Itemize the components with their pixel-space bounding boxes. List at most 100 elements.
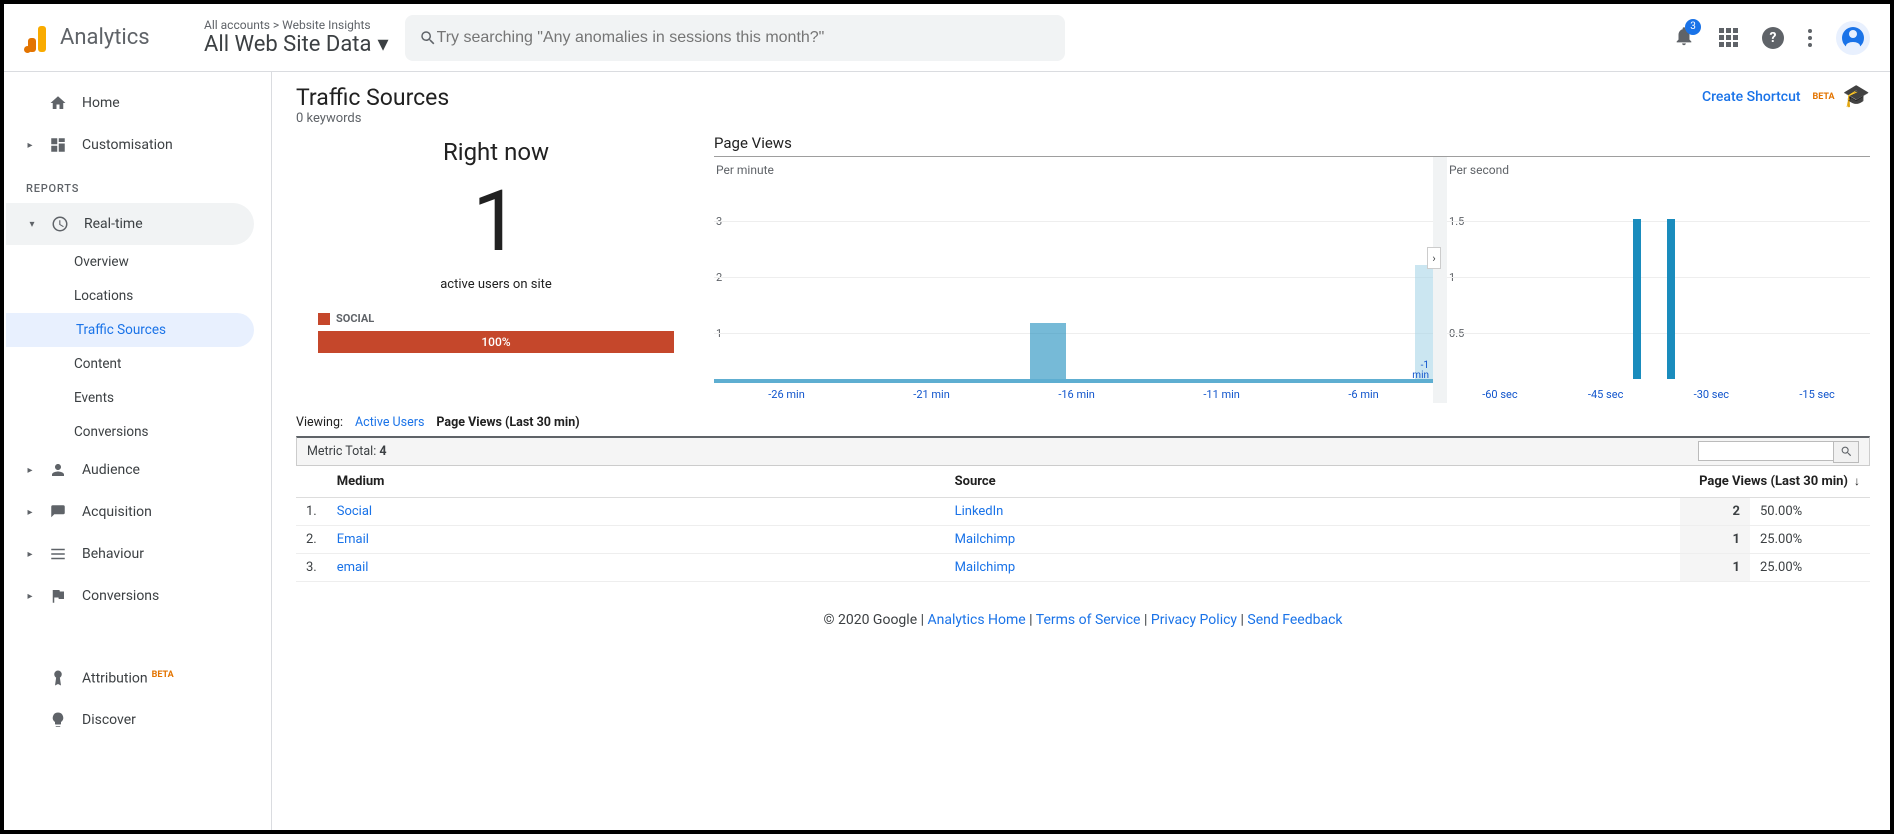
footer-link-tos[interactable]: Terms of Service [1036,612,1141,628]
product-logo[interactable]: Analytics [24,24,184,52]
col-medium[interactable]: Medium [327,466,945,498]
chart-label-minute: Per minute [716,163,774,177]
nav-attribution[interactable]: AttributionBETA [4,657,271,699]
footer-link-privacy[interactable]: Privacy Policy [1151,612,1237,628]
sidebar: Home ▸ Customisation REPORTS ▾ Real-time… [4,72,272,830]
chart-per-second: Per second 1.5 1 0.5 -60 sec -45 sec -30… [1433,157,1870,403]
metric-total-value: 4 [379,444,386,459]
nav-behaviour[interactable]: ▸ Behaviour [4,533,271,575]
nav-realtime[interactable]: ▾ Real-time [6,203,254,245]
nav-label: AttributionBETA [82,670,174,687]
footer-link-home[interactable]: Analytics Home [928,612,1026,628]
attribution-icon [48,668,68,688]
search-input[interactable] [437,29,1051,47]
active-users-caption: active users on site [296,277,696,292]
nav-label: Discover [82,712,136,728]
right-now-panel: Right now 1 active users on site SOCIAL … [296,134,696,403]
cell-source[interactable]: Mailchimp [945,526,1680,554]
dropdown-icon: ▾ [377,32,388,57]
metric-bar: Metric Total: 4 [296,436,1870,466]
bulb-icon [48,710,68,730]
flag-icon [48,586,68,606]
table-row[interactable]: 1. Social LinkedIn 2 50.00% [296,498,1870,526]
table-search-button[interactable] [1833,441,1859,463]
legend-social: SOCIAL [318,312,696,325]
footer-link-feedback[interactable]: Send Feedback [1247,612,1342,628]
metric-total-label: Metric Total: [307,444,376,459]
page-footer: © 2020 Google | Analytics Home | Terms o… [296,582,1870,658]
analytics-logo-icon [24,24,52,52]
xtick-minus1: -1min [1412,361,1429,381]
home-icon [48,93,68,113]
expand-icon: ▸ [26,140,34,151]
table-row[interactable]: 2. Email Mailchimp 1 25.00% [296,526,1870,554]
cell-medium[interactable]: Email [327,526,945,554]
main-content: Traffic Sources 0 keywords Create Shortc… [272,72,1890,830]
nav-label: Customisation [82,137,173,153]
account-selected: All Web Site Data [204,32,371,57]
search-icon [419,29,437,47]
nav-home[interactable]: Home [4,82,271,124]
nav-label: Behaviour [82,546,144,562]
bar-sec-a [1633,219,1641,379]
footer-copyright: © 2020 Google [824,612,918,628]
right-now-heading: Right now [296,138,696,166]
nav-audience[interactable]: ▸ Audience [4,449,271,491]
expand-icon: ▸ [26,507,34,518]
notif-badge: 3 [1685,19,1701,35]
chart-divider-handle[interactable]: › [1427,247,1441,269]
nav-acquisition[interactable]: ▸ Acquisition [4,491,271,533]
subnav-traffic-sources[interactable]: Traffic Sources [6,313,254,347]
table-filter-input[interactable] [1698,441,1834,461]
cell-source[interactable]: Mailchimp [945,554,1680,582]
traffic-sources-table: Medium Source Page Views (Last 30 min)↓ … [296,466,1870,582]
account-breadcrumb: All accounts > Website Insights [204,18,389,32]
apps-icon[interactable] [1719,28,1738,47]
table-row[interactable]: 3. email Mailchimp 1 25.00% [296,554,1870,582]
charts-title: Page Views [714,134,1870,152]
legend-swatch [318,313,330,325]
collapse-icon: ▾ [28,219,36,230]
pageviews-charts: Page Views Per minute 3 2 1 -1min [714,134,1870,403]
page-subtitle: 0 keywords [296,111,449,126]
nav-conversions[interactable]: ▸ Conversions [4,575,271,617]
bar-sec-b [1667,219,1675,379]
expand-icon: ▸ [26,549,34,560]
subnav-events[interactable]: Events [4,381,271,415]
notifications-button[interactable]: 3 [1673,25,1695,51]
bar-minute-16 [1030,323,1066,379]
nav-label: Real-time [84,216,143,232]
nav-label: Home [82,95,120,111]
cell-medium[interactable]: Social [327,498,945,526]
product-name: Analytics [60,25,150,50]
nav-discover[interactable]: Discover [4,699,271,741]
nav-section-reports: REPORTS [4,166,271,203]
account-selector[interactable]: All accounts > Website Insights All Web … [204,18,389,57]
tab-pageviews[interactable]: Page Views (Last 30 min) [436,415,579,430]
col-source[interactable]: Source [945,466,1680,498]
subnav-overview[interactable]: Overview [4,245,271,279]
help-icon[interactable]: ? [1762,27,1784,49]
overflow-menu-icon[interactable] [1808,36,1812,40]
expand-icon: ▸ [26,465,34,476]
nav-label: Audience [82,462,140,478]
cell-source[interactable]: LinkedIn [945,498,1680,526]
top-bar: Analytics All accounts > Website Insight… [4,4,1890,72]
page-title: Traffic Sources [296,84,449,111]
subnav-conversions[interactable]: Conversions [4,415,271,449]
cell-medium[interactable]: email [327,554,945,582]
create-shortcut-link[interactable]: Create ShortcutBETA 🎓 [1702,84,1870,109]
table-header-row: Medium Source Page Views (Last 30 min)↓ [296,466,1870,498]
search-icon [1840,445,1853,458]
col-metric[interactable]: Page Views (Last 30 min)↓ [1680,466,1870,498]
account-avatar[interactable] [1836,21,1870,55]
nav-customisation[interactable]: ▸ Customisation [4,124,271,166]
sort-desc-icon: ↓ [1854,474,1860,488]
search-bar[interactable] [405,15,1065,61]
subnav-content[interactable]: Content [4,347,271,381]
subnav-locations[interactable]: Locations [4,279,271,313]
tab-active-users[interactable]: Active Users [355,415,424,430]
education-icon[interactable]: 🎓 [1843,84,1870,109]
person-icon [48,460,68,480]
behaviour-icon [48,544,68,564]
